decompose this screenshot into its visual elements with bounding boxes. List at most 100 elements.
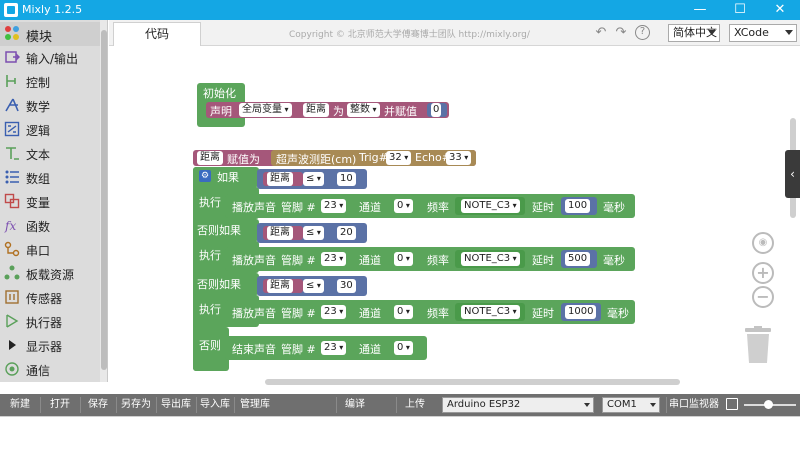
- block-workspace[interactable]: 初始化 声明 全局变量 距离 为 整数 并赋值 0 距离 赋值为 超声波测距(c…: [109, 47, 800, 388]
- tone-freq-label: 频率: [427, 254, 449, 267]
- undo-icon[interactable]: ↶: [593, 25, 609, 41]
- trash-icon[interactable]: [744, 326, 772, 364]
- sidebar-item-board[interactable]: 板载资源: [0, 262, 100, 286]
- output-console[interactable]: [0, 416, 800, 473]
- compile-button[interactable]: 编译: [338, 394, 372, 416]
- sidebar-item-function[interactable]: fx 函数: [0, 214, 100, 238]
- maximize-button[interactable]: ☐: [720, 1, 760, 19]
- assign-variable-field[interactable]: 距离: [197, 151, 223, 165]
- board-select-value: Arduino ESP32: [447, 399, 521, 410]
- type-dropdown[interactable]: 整数: [347, 103, 380, 117]
- sidebar-item-control[interactable]: 控制: [0, 70, 100, 94]
- tone-delay-field[interactable]: 500: [565, 252, 591, 266]
- language-select[interactable]: 简体中文: [668, 24, 720, 42]
- note-dropdown[interactable]: NOTE_C3: [461, 305, 520, 319]
- sidebar-item-io[interactable]: 输入/输出: [0, 46, 100, 70]
- else-label: 否则: [199, 339, 221, 352]
- tone-pin-label: 管脚 #: [281, 307, 316, 320]
- sidebar-item-modules[interactable]: 模块: [0, 22, 100, 46]
- tone-pin-dropdown[interactable]: 23: [321, 252, 347, 266]
- compare-op-dropdown[interactable]: ≤: [303, 279, 324, 293]
- minimize-button[interactable]: —: [680, 1, 720, 19]
- sidebar-item-comm[interactable]: 通信: [0, 358, 100, 382]
- save-as-button[interactable]: 另存为: [118, 394, 154, 416]
- sidebar-scrollbar[interactable]: [100, 20, 107, 382]
- gear-icon[interactable]: ⚙: [199, 170, 211, 182]
- zoom-out-icon[interactable]: −: [752, 286, 774, 308]
- setup-block-label: 初始化: [203, 87, 236, 100]
- tone-channel-dropdown[interactable]: 0: [394, 252, 413, 266]
- compare-op-dropdown[interactable]: ≤: [303, 226, 324, 240]
- sidebar-item-logic[interactable]: 逻辑: [0, 118, 100, 142]
- note-dropdown[interactable]: NOTE_C3: [461, 252, 520, 266]
- sidebar-item-text[interactable]: 文本: [0, 142, 100, 166]
- tone-pin-dropdown[interactable]: 23: [321, 199, 347, 213]
- condition-variable[interactable]: 距离: [267, 226, 293, 240]
- trig-label: Trig#: [359, 151, 388, 164]
- comm-icon: [5, 362, 19, 376]
- board-select[interactable]: Arduino ESP32: [442, 397, 594, 413]
- stop-channel-dropdown[interactable]: 0: [394, 341, 413, 355]
- sidebar-scroll-thumb[interactable]: [101, 30, 107, 370]
- sidebar-item-actuator[interactable]: 执行器: [0, 310, 100, 334]
- sidebar-item-label: 执行器: [26, 316, 63, 330]
- help-icon[interactable]: ?: [635, 25, 650, 40]
- chevron-left-icon[interactable]: ‹: [785, 150, 800, 198]
- trig-pin-dropdown[interactable]: 32: [386, 151, 412, 165]
- tone-channel-dropdown[interactable]: 0: [394, 199, 413, 213]
- condition-variable[interactable]: 距离: [267, 279, 293, 293]
- tone-delay-field[interactable]: 100: [565, 199, 591, 213]
- tone-pin-label: 管脚 #: [281, 201, 316, 214]
- sidebar-item-math[interactable]: 数学: [0, 94, 100, 118]
- open-button[interactable]: 打开: [42, 394, 78, 416]
- chevron-down-icon: [708, 30, 716, 35]
- recenter-icon[interactable]: ◉: [752, 232, 774, 254]
- export-library-button[interactable]: 导出库: [158, 394, 194, 416]
- toolbar-divider: [196, 397, 197, 413]
- sidebar-item-serial[interactable]: 串口: [0, 238, 100, 262]
- close-button[interactable]: ✕: [760, 1, 800, 19]
- redo-icon[interactable]: ↷: [613, 25, 629, 41]
- copyright-text: Copyright © 北京师范大学傅骞博士团队 http://mixly.or…: [289, 30, 530, 40]
- upload-button[interactable]: 上传: [398, 394, 432, 416]
- tab-code[interactable]: 代码: [113, 22, 201, 46]
- scope-dropdown[interactable]: 全局变量: [239, 103, 292, 117]
- sidebar-item-display[interactable]: 显示器: [0, 334, 100, 358]
- condition-variable[interactable]: 距离: [267, 172, 293, 186]
- manage-library-button[interactable]: 管理库: [236, 394, 274, 416]
- tone-pin-dropdown[interactable]: 23: [321, 305, 347, 319]
- toolbar-divider: [156, 397, 157, 413]
- echo-pin-dropdown[interactable]: 33: [446, 151, 472, 165]
- condition-value[interactable]: 20: [337, 226, 356, 240]
- compare-op-dropdown[interactable]: ≤: [303, 172, 324, 186]
- sidebar-item-sensor[interactable]: 传感器: [0, 286, 100, 310]
- condition-value[interactable]: 10: [337, 172, 356, 186]
- chip-icon[interactable]: [726, 398, 738, 410]
- sidebar-item-array[interactable]: 数组: [0, 166, 100, 190]
- assign-label: 赋值为: [227, 153, 260, 166]
- note-dropdown[interactable]: NOTE_C3: [461, 199, 520, 213]
- actuator-icon: [6, 314, 19, 328]
- init-value-field[interactable]: 0: [431, 103, 442, 117]
- do-label: 执行: [199, 303, 221, 316]
- ultrasonic-label: 超声波测距(cm): [276, 153, 357, 166]
- serial-monitor-button[interactable]: 串口监视器: [668, 394, 720, 416]
- tone-delay-field[interactable]: 1000: [565, 305, 597, 319]
- stop-tone-label: 结束声音: [232, 343, 276, 356]
- save-button[interactable]: 保存: [82, 394, 114, 416]
- tone-channel-dropdown[interactable]: 0: [394, 305, 413, 319]
- zoom-slider-handle[interactable]: [764, 400, 773, 409]
- condition-value[interactable]: 30: [337, 279, 356, 293]
- zoom-in-icon[interactable]: +: [752, 262, 774, 284]
- block-category-sidebar: 模块 输入/输出 控制 数学 逻辑 文本 数组 变量 fx 函数 串口 板载资源…: [0, 20, 108, 382]
- port-select[interactable]: COM1: [602, 397, 660, 413]
- variable-name-field[interactable]: 距离: [303, 103, 329, 117]
- new-button[interactable]: 新建: [2, 394, 38, 416]
- text-icon: [6, 147, 19, 160]
- workspace-horizontal-scrollbar[interactable]: [265, 379, 680, 385]
- import-library-button[interactable]: 导入库: [198, 394, 232, 416]
- sidebar-item-variable[interactable]: 变量: [0, 190, 100, 214]
- stop-pin-dropdown[interactable]: 23: [321, 341, 347, 355]
- theme-select[interactable]: XCode: [729, 24, 797, 42]
- sidebar-item-label: 逻辑: [26, 124, 51, 138]
